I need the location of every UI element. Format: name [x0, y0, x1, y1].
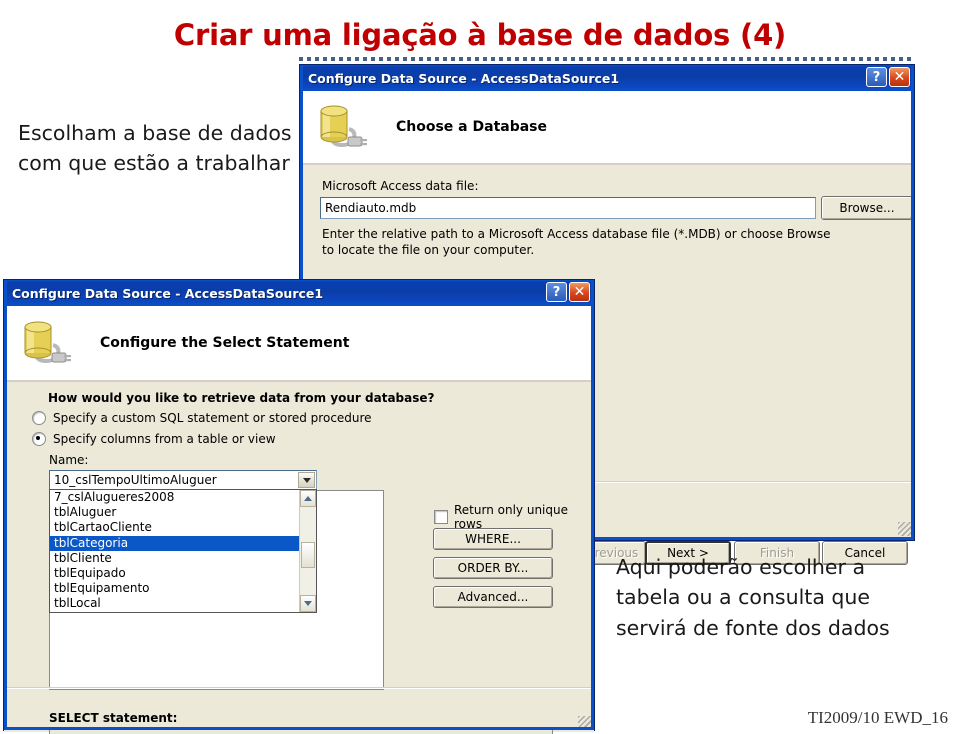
return-unique-rows-label: Return only unique rows [454, 503, 568, 531]
order-by-button[interactable]: ORDER BY... [433, 557, 553, 579]
radio-custom-sql-label: Specify a custom SQL statement or stored… [53, 411, 372, 425]
list-item[interactable]: 7_cslAlugueres2008 [50, 490, 299, 505]
dialog1-header-title: Choose a Database [396, 119, 548, 135]
help-icon[interactable]: ? [866, 67, 887, 87]
dialog2-header: Configure the Select Statement [4, 306, 594, 380]
data-file-input[interactable]: Rendiauto.mdb [320, 197, 816, 219]
checkbox-indicator[interactable] [434, 510, 448, 524]
list-item[interactable]: tblCategoria [50, 535, 299, 551]
select-statement-textarea[interactable] [49, 727, 553, 734]
chevron-down-icon[interactable] [298, 472, 315, 488]
radio-columns-label: Specify columns from a table or view [53, 432, 276, 446]
name-label: Name: [49, 453, 89, 467]
select-statement-value [50, 728, 552, 734]
annotation-left: Escolham a base de dados com que estão a… [18, 121, 292, 176]
dialog2-resize-grip[interactable] [578, 716, 592, 730]
dialog1-titlebar-buttons[interactable]: ? ✕ [866, 67, 910, 87]
list-item[interactable]: tblAluguer [50, 505, 299, 520]
retrieve-question-label: How would you like to retrieve data from… [48, 391, 435, 405]
dialog1-header: Choose a Database [300, 91, 914, 163]
dialog-configure-select-statement[interactable]: Configure Data Source - AccessDataSource… [3, 279, 595, 734]
page-title: Criar uma ligação à base de dados (4) [173, 18, 787, 52]
list-item[interactable]: tblCliente [50, 551, 299, 566]
radio-custom-sql[interactable]: Specify a custom SQL statement or stored… [32, 411, 372, 425]
dialog2-titlebar[interactable]: Configure Data Source - AccessDataSource… [4, 280, 594, 306]
dialog2-titlebar-buttons[interactable]: ? ✕ [546, 282, 590, 302]
database-icon [314, 99, 376, 155]
data-file-label: Microsoft Access data file: [322, 179, 479, 193]
slide-canvas: Criar uma ligação à base de dados (4) Es… [0, 0, 960, 734]
slide-footer: TI2009/10 EWD_16 [807, 708, 948, 727]
advanced-button[interactable]: Advanced... [433, 586, 553, 608]
radio-columns-from-table[interactable]: Specify columns from a table or view [32, 432, 276, 446]
dropdown-items[interactable]: 7_cslAlugueres2008 tblAluguer tblCartaoCli… [50, 490, 299, 612]
selection-marquee [299, 57, 914, 61]
list-item[interactable]: tblEquipado [50, 566, 299, 581]
close-icon[interactable]: ✕ [889, 67, 910, 87]
radio-columns-indicator[interactable] [32, 432, 46, 446]
scrollbar-thumb[interactable] [301, 542, 315, 568]
dropdown-scrollbar[interactable] [299, 490, 316, 612]
where-button[interactable]: WHERE... [433, 528, 553, 550]
data-file-hint: Enter the relative path to a Microsoft A… [322, 227, 831, 258]
dialog1-titlebar[interactable]: Configure Data Source - AccessDataSource… [300, 65, 914, 91]
list-item[interactable]: tblCartaoCliente [50, 520, 299, 535]
table-name-value: 10_cslTempoUltimoAluguer [54, 473, 217, 487]
help-icon[interactable]: ? [546, 282, 567, 302]
list-item[interactable]: tblEquipamento [50, 581, 299, 596]
dialog2-footer-separator [4, 687, 594, 688]
scroll-down-icon[interactable] [300, 595, 316, 612]
list-item[interactable]: tblLocal [50, 596, 299, 611]
dialog2-title: Configure Data Source - AccessDataSource… [12, 285, 324, 301]
table-name-dropdown-list[interactable]: 7_cslAlugueres2008 tblAluguer tblCartaoCli… [49, 489, 317, 613]
scroll-up-icon[interactable] [536, 729, 551, 734]
scroll-up-icon[interactable] [300, 490, 316, 507]
table-name-combobox[interactable]: 10_cslTempoUltimoAluguer [49, 470, 317, 490]
radio-custom-sql-indicator[interactable] [32, 411, 46, 425]
database-icon [18, 315, 80, 371]
select-statement-scrollbar[interactable] [536, 729, 551, 734]
annotation-right: Aqui poderão escolher a tabela ou a cons… [616, 555, 890, 640]
close-icon[interactable]: ✕ [569, 282, 590, 302]
browse-button[interactable]: Browse... [821, 196, 913, 220]
dialog1-resize-grip[interactable] [898, 522, 912, 536]
select-statement-label: SELECT statement: [49, 711, 178, 725]
dialog2-header-title: Configure the Select Statement [100, 335, 350, 351]
dialog2-body: How would you like to retrieve data from… [4, 382, 594, 734]
return-unique-rows-checkbox[interactable]: Return only unique rows [434, 503, 594, 531]
dialog1-title: Configure Data Source - AccessDataSource… [308, 70, 620, 86]
